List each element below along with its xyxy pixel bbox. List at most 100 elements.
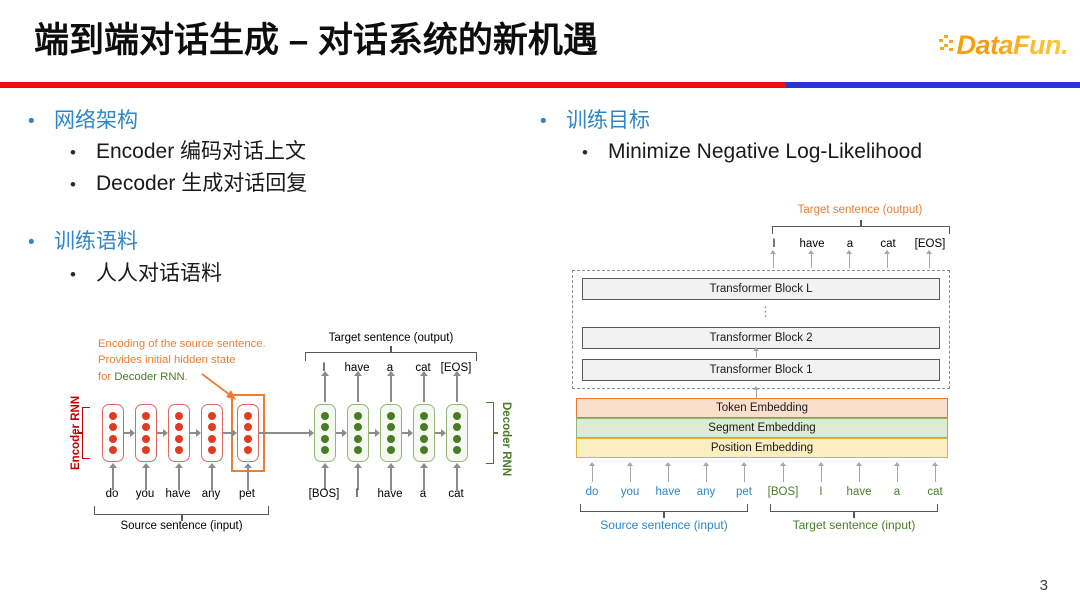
decoder-cell-2 [347, 404, 369, 462]
bullet-level2-minimize-nll: • Minimize Negative Log-Likelihood [582, 136, 1060, 168]
decoder-output-arrow-1 [321, 371, 328, 402]
transformer-source-token-4: any [696, 486, 716, 498]
bullet-level1-training-objective: • 训练目标 [540, 106, 1060, 136]
encoder-bracket [82, 407, 90, 459]
logo-text: DataFun. [956, 29, 1068, 60]
transformer-block-1: Transformer Block 1 [582, 359, 940, 381]
encoder-flow-arrow-3 [190, 429, 201, 436]
decoder-output-arrow-3 [387, 371, 394, 402]
transformer-input-arrow-4 [702, 462, 711, 482]
bullet-spacer [28, 199, 528, 221]
bullet-dot-icon: • [540, 111, 547, 132]
decoder-cell-3 [380, 404, 402, 462]
bullet-dot-icon: • [70, 174, 76, 194]
bullet-list-right: • 训练目标 • Minimize Negative Log-Likelihoo… [540, 100, 1060, 168]
bullet-label: 训练语料 [54, 230, 138, 254]
decoder-input-token-5: cat [448, 488, 464, 500]
source-sentence-caption: Source sentence (input) [120, 520, 243, 532]
bullet-dot-icon: • [70, 143, 76, 163]
decoder-input-arrow-3 [387, 463, 394, 490]
page-number: 3 [1039, 577, 1048, 594]
transformer-ellipsis-icon: ⋮ [759, 304, 772, 319]
decoder-input-arrow-5 [453, 463, 460, 490]
transformer-target-caption: Target sentence (input) [792, 518, 916, 532]
transformer-source-bracket [580, 504, 748, 512]
transformer-block-link-arrow-1 [752, 347, 761, 358]
annotation-line-1: Encoding of the source sentence. [98, 338, 266, 350]
decoder-rnn-label: Decoder RNN [500, 402, 512, 477]
bullet-level2-human-dialog-corpus: • 人人对话语料 [70, 258, 528, 290]
bullet-label: Minimize Negative Log-Likelihood [608, 140, 922, 164]
encoder-flow-arrow-4 [223, 429, 237, 436]
bullet-label: Decoder 生成对话回复 [96, 171, 308, 195]
annotation-line-3-green: Decoder RNN [114, 370, 185, 383]
decoder-flow-arrow-1 [336, 429, 347, 436]
bullet-label: 人人对话语料 [96, 261, 222, 285]
transformer-source-token-5: pet [736, 486, 752, 498]
encoder-input-token-4: any [201, 488, 221, 500]
transformer-output-arrow-4 [883, 250, 892, 268]
transformer-source-token-2: you [620, 486, 640, 498]
transformer-output-token-2: have [799, 238, 825, 250]
encoder-flow-arrow-1 [124, 429, 135, 436]
bullet-level2-decoder: • Decoder 生成对话回复 [70, 168, 528, 200]
decoder-input-arrow-2 [354, 463, 361, 490]
transformer-target-token-3: have [846, 486, 872, 498]
decoder-cell-5 [446, 404, 468, 462]
encoder-cell-2 [135, 404, 157, 462]
decoder-flow-arrow-3 [402, 429, 413, 436]
encoder-input-arrow-1 [109, 463, 116, 490]
annotation-line-3-post: . [184, 370, 188, 383]
decoder-flow-arrow-4 [435, 429, 446, 436]
decoder-cell-4 [413, 404, 435, 462]
segment-embedding-bar: Segment Embedding [576, 418, 948, 438]
bullet-list-left: • 网络架构 • Encoder 编码对话上文 • Decoder 生成对话回复… [28, 100, 528, 289]
encoder-to-decoder-arrow [259, 429, 314, 436]
transformer-output-bracket-tick [860, 220, 862, 226]
transformer-input-arrow-7 [817, 462, 826, 482]
datafun-logo: DataFun. [939, 28, 1068, 62]
position-embedding-bar: Position Embedding [576, 438, 948, 458]
encoder-input-arrow-5 [244, 463, 251, 490]
decoder-cell-1 [314, 404, 336, 462]
decoder-input-arrow-4 [420, 463, 427, 490]
divider-red-segment [0, 82, 787, 88]
transformer-diagram: Target sentence (output) I have a cat [E… [566, 200, 958, 545]
target-sentence-bracket-tick [390, 346, 392, 352]
encoder-bracket-tick [78, 432, 83, 434]
encoder-cell-4 [201, 404, 223, 462]
annotation-line-2: Provides initial hidden state [98, 354, 236, 367]
encoder-input-arrow-2 [142, 463, 149, 490]
transformer-output-token-5: [EOS] [914, 238, 946, 250]
bullet-level1-network-architecture: • 网络架构 [28, 106, 528, 136]
transformer-source-token-3: have [655, 486, 681, 498]
transformer-input-arrow-5 [740, 462, 749, 482]
header-divider [0, 82, 1080, 88]
encoder-flow-arrow-2 [157, 429, 168, 436]
transformer-output-arrow-5 [925, 250, 934, 268]
transformer-input-arrow-9 [893, 462, 902, 482]
transformer-output-bracket [772, 226, 950, 234]
target-sentence-caption: Target sentence (output) [328, 332, 454, 344]
transformer-target-token-4: a [893, 486, 901, 498]
transformer-target-token-5: cat [927, 486, 943, 498]
bullet-level2-encoder: • Encoder 编码对话上文 [70, 136, 528, 168]
transformer-output-arrow-3 [845, 250, 854, 268]
divider-blue-segment [786, 82, 1080, 88]
transformer-input-arrow-10 [931, 462, 940, 482]
transformer-input-arrow-1 [588, 462, 597, 482]
encoder-input-token-5: pet [239, 488, 255, 500]
decoder-bracket-tick [493, 432, 498, 434]
transformer-input-arrow-6 [779, 462, 788, 482]
page-title: 端到端对话生成 – 对话系统的新机遇 [34, 21, 598, 60]
bullet-dot-icon: • [70, 264, 76, 284]
bullet-label: Encoder 编码对话上文 [96, 140, 307, 164]
decoder-flow-arrow-2 [369, 429, 380, 436]
transformer-block-2: Transformer Block 2 [582, 327, 940, 349]
decoder-input-arrow-1 [321, 463, 328, 490]
token-embedding-bar: Token Embedding [576, 398, 948, 418]
target-sentence-bracket [305, 352, 477, 361]
transformer-input-arrow-8 [855, 462, 864, 482]
decoder-output-arrow-5 [453, 371, 460, 402]
annotation-line-3-pre: for [98, 370, 115, 383]
